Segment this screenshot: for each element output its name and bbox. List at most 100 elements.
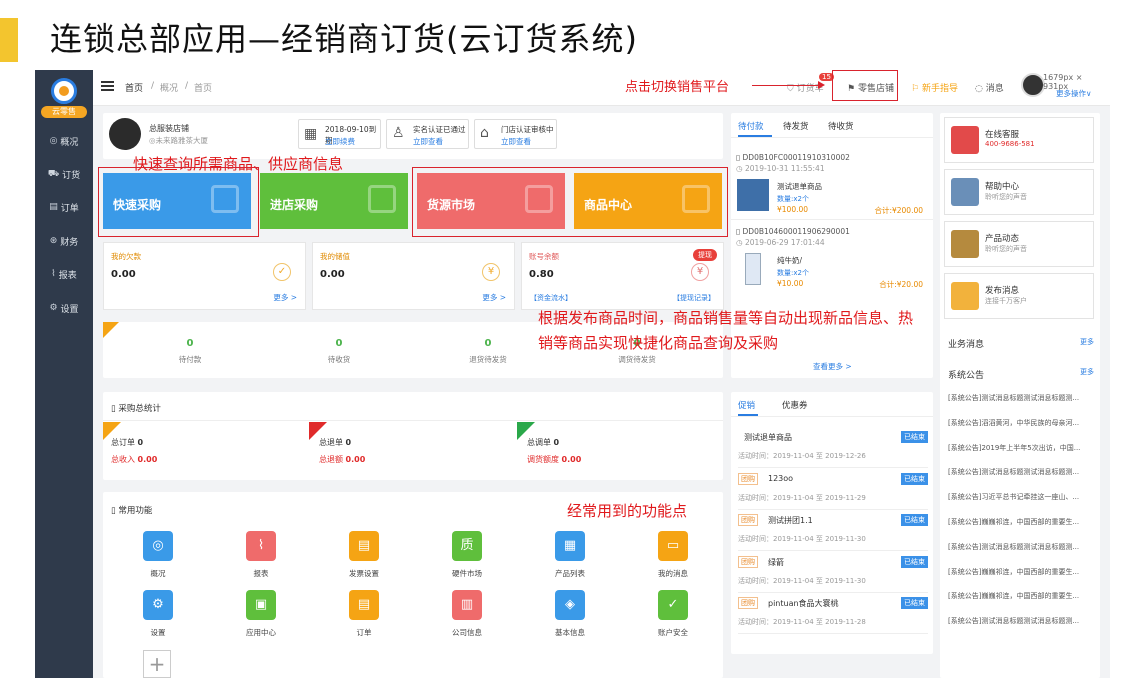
function-label-app-center[interactable]: 应用中心 xyxy=(226,627,296,638)
status-badge: 已结束 xyxy=(901,597,928,609)
product-thumbnail[interactable] xyxy=(745,253,761,285)
service-box-help-center[interactable]: 帮助中心 聆听您的声音 xyxy=(944,169,1094,215)
orders-icon[interactable]: ▤ xyxy=(349,590,379,620)
notice-item[interactable]: [系统公告]滔滔黄河，中华民族的母亲河... xyxy=(948,418,1094,428)
notice-item[interactable]: [系统公告]测试消息标题测试消息标题测... xyxy=(948,393,1094,403)
sidebar-item-settings[interactable]: ⚙ 设置 xyxy=(35,298,93,318)
function-label-orders[interactable]: 订单 xyxy=(329,627,399,638)
store-name: 总服装店铺 xyxy=(149,124,189,133)
invoice-settings-icon[interactable]: ▤ xyxy=(349,531,379,561)
withdraw-records-link[interactable]: 【提现记录】 xyxy=(673,293,715,303)
function-label-invoice-settings[interactable]: 发票设置 xyxy=(329,568,399,579)
product-list-icon[interactable]: ▦ xyxy=(555,531,585,561)
status-expiry[interactable]: ▦ 2018-09-10到期 立即续费 xyxy=(298,119,381,149)
list-icon: ▤ xyxy=(49,202,58,212)
sys-more-link[interactable]: 更多 xyxy=(1080,367,1094,377)
add-function-button[interactable]: + xyxy=(143,650,171,678)
withdraw-button[interactable]: 提现 xyxy=(693,249,717,261)
notice-item[interactable]: [系统公告]巍巍祁连，中国西部的重要生... xyxy=(948,567,1094,577)
my-messages-icon[interactable]: ▭ xyxy=(658,531,688,561)
notice-item[interactable]: [系统公告]测试消息标题测试消息标题测... xyxy=(948,467,1094,477)
product-name[interactable]: 纯牛奶/ xyxy=(777,255,802,266)
function-label-my-messages[interactable]: 我的消息 xyxy=(638,568,708,579)
renew-link[interactable]: 立即续费 xyxy=(325,136,355,147)
guide-link[interactable]: ⚐ 新手指导 xyxy=(911,81,958,94)
sidebar-item-orders[interactable]: ▤ 订单 xyxy=(35,197,93,217)
promotion-row[interactable]: 团购 绿箭 已结束 活动时间：2019-11-04 至 2019-11-30 xyxy=(738,553,928,593)
sidebar-item-overview[interactable]: ◎ 概况 xyxy=(35,131,93,151)
tab-pending-shipment[interactable]: 待发货 xyxy=(783,120,809,132)
promotion-time: 活动时间：2019-11-04 至 2019-12-26 xyxy=(738,452,866,460)
truck-icon: ⛟ xyxy=(47,168,60,179)
function-label-overview[interactable]: 概况 xyxy=(123,568,193,579)
function-label-reports[interactable]: 报表 xyxy=(226,568,296,579)
status-store-cert[interactable]: ⌂ 门店认证审核中 立即查看 xyxy=(474,119,557,149)
reports-icon[interactable]: ⌇ xyxy=(246,531,276,561)
count-pending-receipt[interactable]: 0 待收货 xyxy=(299,338,379,365)
count-pending-payment[interactable]: 0 待付款 xyxy=(150,338,230,365)
basic-info-icon[interactable]: ◈ xyxy=(555,590,585,620)
function-label-hardware-market[interactable]: 硬件市场 xyxy=(432,568,502,579)
tab-pending-payment[interactable]: 待付款 xyxy=(738,120,764,132)
function-label-company-info[interactable]: 公司信息 xyxy=(432,627,502,638)
status-realname[interactable]: ♙ 实名认证已通过 立即查看 xyxy=(386,119,469,149)
breadcrumb-overview[interactable]: 概况 xyxy=(160,81,178,94)
promotion-row[interactable]: 测试退单商品 已结束 活动时间：2019-11-04 至 2019-12-26 xyxy=(738,428,928,468)
product-name[interactable]: 测试退单商品 xyxy=(777,181,822,192)
count-return-pending[interactable]: 0 退货待发货 xyxy=(448,338,528,365)
view-link[interactable]: 立即查看 xyxy=(413,136,443,147)
promotion-time: 活动时间：2019-11-04 至 2019-11-30 xyxy=(738,576,866,585)
breadcrumb-sep: / xyxy=(151,81,155,91)
notice-item[interactable]: [系统公告]巍巍祁连，中国西部的重要生... xyxy=(948,517,1094,527)
app-center-icon[interactable]: ▣ xyxy=(246,590,276,620)
user-avatar[interactable] xyxy=(1021,73,1045,97)
biz-more-link[interactable]: 更多 xyxy=(1080,337,1094,347)
coin-icon: ⊛ xyxy=(49,236,58,246)
service-box-product-news[interactable]: 产品动态 聆听您的声音 xyxy=(944,221,1094,267)
view-more-link[interactable]: 查看更多 > xyxy=(813,361,852,372)
notice-item[interactable]: [系统公告]2019年上半年5次出访，中国... xyxy=(948,443,1094,453)
hardware-market-icon[interactable]: 质 xyxy=(452,531,482,561)
more-link[interactable]: 更多 > xyxy=(482,292,506,303)
company-info-icon[interactable]: ▥ xyxy=(452,590,482,620)
grid-icon: ▦ xyxy=(304,126,318,142)
promotion-row[interactable]: 团购 pintuan食品大寰桃 已结束 活动时间：2019-11-04 至 2019-… xyxy=(738,594,928,634)
guide-icon: ⚐ xyxy=(911,84,922,94)
product-thumbnail[interactable] xyxy=(737,179,769,211)
account-security-icon[interactable]: ✓ xyxy=(658,590,688,620)
promotion-row[interactable]: 团购 123oo 已结束 活动时间：2019-11-04 至 2019-11-29 xyxy=(738,470,928,510)
promotion-row[interactable]: 团购 测试拼团1.1 已结束 活动时间：2019-11-04 至 2019-11-30 xyxy=(738,511,928,551)
notice-item[interactable]: [系统公告]测试消息标题测试消息标题测... xyxy=(948,542,1094,552)
stat-total-orders: 总订单 0 xyxy=(111,438,144,447)
sidebar-item-ordering[interactable]: ⛟ 订货 xyxy=(35,164,93,184)
groupbuy-tag: 团购 xyxy=(738,555,758,568)
more-ops-link[interactable]: 更多操作∨ xyxy=(1056,88,1092,99)
tile-store-purchase[interactable]: 进店采购 xyxy=(260,173,408,229)
breadcrumb-home[interactable]: 首页 xyxy=(125,81,143,94)
function-label-product-list[interactable]: 产品列表 xyxy=(535,568,605,579)
tab-pending-receipt[interactable]: 待收货 xyxy=(828,120,854,132)
menu-toggle-icon[interactable] xyxy=(101,81,114,83)
function-label-settings[interactable]: 设置 xyxy=(123,627,193,638)
sidebar-item-reports[interactable]: ⌇ 报表 xyxy=(35,264,93,284)
notice-item[interactable]: [系统公告]习近平总书记牵挂这一座山、... xyxy=(948,492,1094,502)
funds-flow-link[interactable]: 【资金流水】 xyxy=(530,293,572,303)
more-link[interactable]: 更多 > xyxy=(273,292,297,303)
function-label-basic-info[interactable]: 基本信息 xyxy=(535,627,605,638)
groupbuy-tag: 团购 xyxy=(738,514,758,526)
function-label-account-security[interactable]: 账户安全 xyxy=(638,627,708,638)
divider xyxy=(731,416,933,417)
service-box-publish-message[interactable]: 发布消息 连接千万客户 xyxy=(944,273,1094,319)
service-box-online-service[interactable]: 在线客服 400-9686-581 xyxy=(944,117,1094,163)
sidebar-item-finance[interactable]: ⊛ 财务 xyxy=(35,231,93,251)
settings-icon[interactable]: ⚙ xyxy=(143,590,173,620)
overview-icon[interactable]: ◎ xyxy=(143,531,173,561)
tab-promotions[interactable]: 促销 xyxy=(738,399,755,411)
notice-item[interactable]: [系统公告]巍巍祁连，中国西部的重要生... xyxy=(948,591,1094,601)
notice-item[interactable]: [系统公告]测试消息标题测试消息标题测... xyxy=(948,616,1094,626)
tab-coupons[interactable]: 优惠券 xyxy=(782,399,808,411)
messages-link[interactable]: ◌ 消息 xyxy=(975,81,1004,94)
promotion-name: 绿箭 xyxy=(768,557,784,567)
status-badge: 已结束 xyxy=(901,472,928,485)
view-link[interactable]: 立即查看 xyxy=(501,136,531,147)
